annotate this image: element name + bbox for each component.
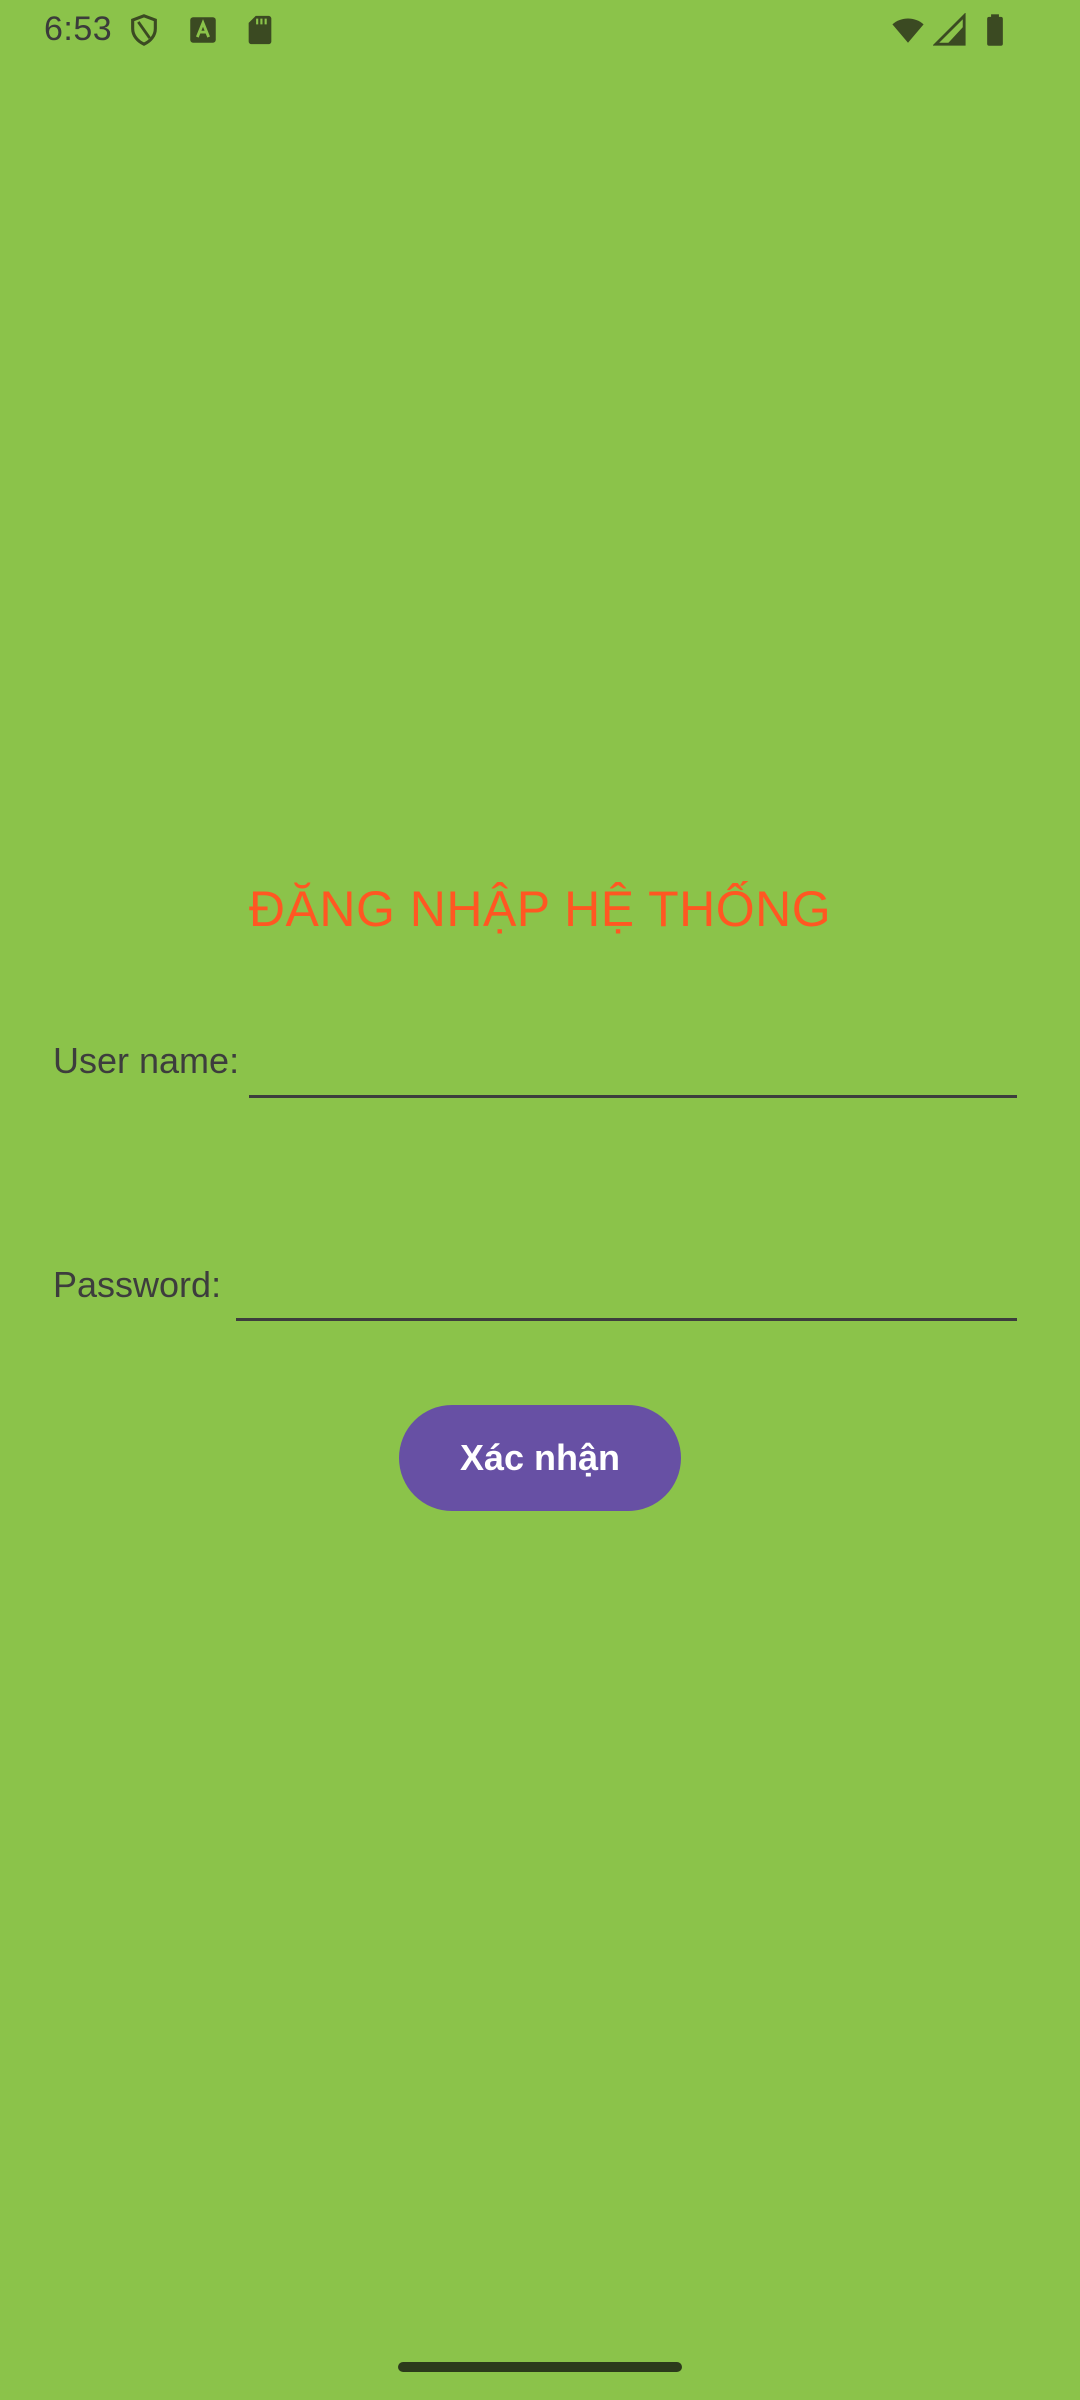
home-indicator[interactable] <box>398 2362 682 2372</box>
sd-card-icon <box>243 13 277 47</box>
password-label: Password: <box>53 1264 222 1305</box>
password-input[interactable] <box>236 1261 1017 1321</box>
page-title: ĐĂNG NHẬP HỆ THỐNG <box>248 881 832 937</box>
username-label: User name: <box>53 1040 240 1081</box>
shield-icon <box>127 13 161 47</box>
signal-icon <box>933 13 967 47</box>
status-bar: 6:53 <box>0 0 1080 62</box>
confirm-button[interactable]: Xác nhận <box>399 1405 681 1511</box>
wifi-icon <box>888 13 928 47</box>
username-input[interactable] <box>249 1038 1017 1098</box>
text-a-icon <box>186 13 220 47</box>
status-time: 6:53 <box>44 10 113 48</box>
battery-icon <box>980 13 1010 47</box>
